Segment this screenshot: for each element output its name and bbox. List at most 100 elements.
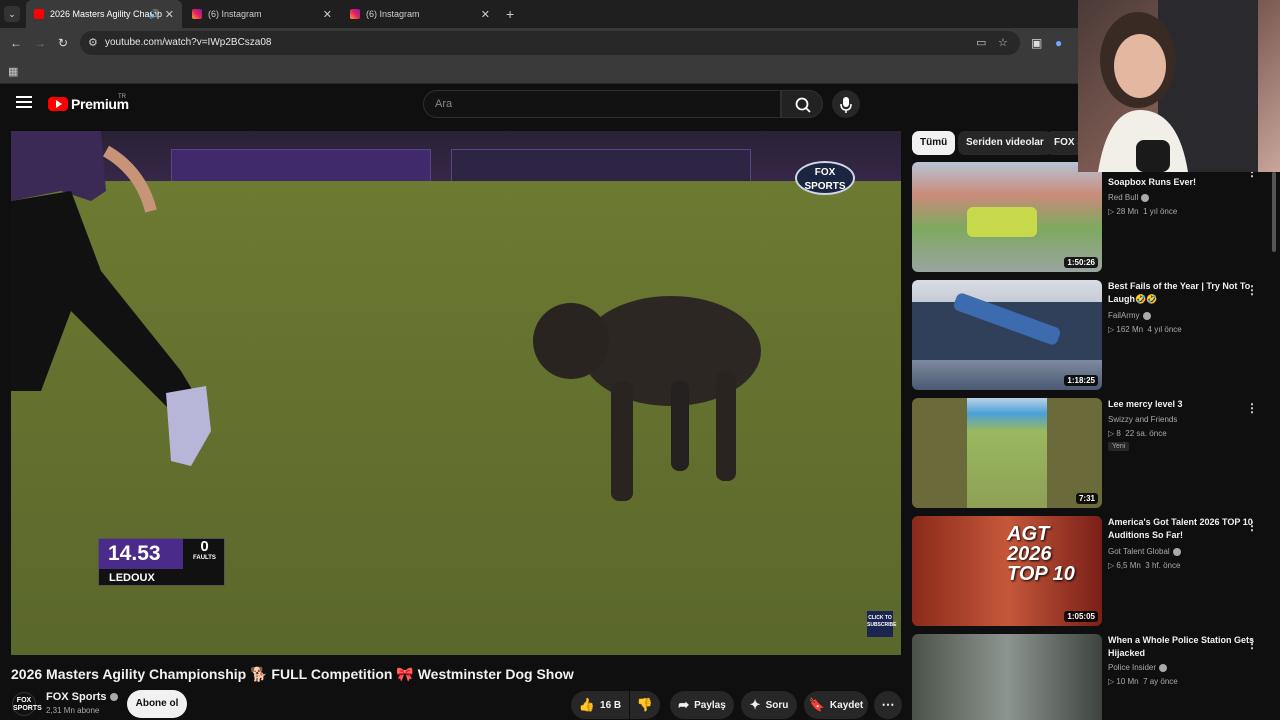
streamer-figure (1098, 0, 1258, 172)
tab-search-icon[interactable]: ⌄ (4, 6, 20, 22)
menu-icon[interactable] (16, 96, 32, 110)
video-thumbnail[interactable]: 7:31 (912, 398, 1102, 508)
recommendation-item[interactable]: 1:50:26 Soapbox Runs Ever! Red Bull ▷ 28… (912, 162, 1272, 272)
tab-title: (6) Instagram (208, 9, 262, 19)
dislike-button[interactable]: 👎 (630, 691, 660, 719)
thumbnail-text: AGT 2026 TOP 10 (1007, 523, 1075, 585)
url-text[interactable]: youtube.com/watch?v=IWp2BCsza08 (105, 37, 271, 48)
rec-meta: ▷ 10 Mn 7 ay önce (1108, 677, 1178, 686)
rec-meta: ▷ 8 22 sa. önce (1108, 429, 1167, 438)
chip-series[interactable]: Seriden videolar (958, 131, 1052, 155)
site-info-icon[interactable]: ⚙ (88, 36, 98, 49)
apps-grid-icon[interactable]: ▦ (8, 65, 18, 78)
close-tab-icon[interactable]: ✕ (323, 8, 332, 21)
search-input[interactable]: Ara (423, 90, 781, 118)
video-thumbnail[interactable] (912, 634, 1102, 720)
more-vert-icon[interactable]: ⋮ (1246, 637, 1258, 651)
omnibox[interactable]: ⚙ youtube.com/watch?v=IWp2BCsza08 ▭ ☆ (80, 31, 1020, 55)
score-overlay: 14.53 0 FAULTS LEDOUX (98, 538, 225, 586)
verified-icon (1159, 663, 1168, 672)
faults-value: 0 (200, 538, 209, 555)
like-button[interactable]: 👍 16 B (571, 691, 629, 719)
save-button[interactable]: 🔖 Kaydet (804, 691, 868, 719)
search-button[interactable] (781, 90, 823, 118)
youtube-logo[interactable]: Premium (48, 96, 129, 112)
duration-badge: 1:50:26 (1064, 257, 1098, 268)
new-tab-icon[interactable]: + (506, 6, 514, 22)
bookmark-star-icon[interactable]: ☆ (998, 36, 1008, 49)
video-thumbnail[interactable]: 1:18:25 (912, 280, 1102, 390)
more-actions-button[interactable]: ⋯ (874, 691, 902, 719)
rec-title[interactable]: Soapbox Runs Ever! (1108, 176, 1256, 189)
verified-icon (1172, 547, 1181, 556)
recommendation-item[interactable]: 7:31 Lee mercy level 3 Swizzy and Friend… (912, 398, 1272, 508)
rec-title[interactable]: Best Fails of the Year | Try Not To Laug… (1108, 280, 1256, 306)
ask-button[interactable]: ✦ Soru (741, 691, 797, 719)
rec-age: 4 yıl önce (1147, 325, 1182, 334)
dog-figure (533, 296, 761, 501)
subscribe-button[interactable]: Abone ol (127, 690, 187, 718)
rec-channel[interactable]: Got Talent Global (1108, 547, 1181, 556)
cast-icon[interactable]: ▭ (976, 36, 986, 49)
sidebar-scrollbar[interactable] (1272, 172, 1276, 252)
verified-icon (1141, 193, 1150, 202)
webcam-overlay (1078, 0, 1280, 172)
recommendation-item[interactable]: AGT 2026 TOP 10 1:05:05 America's Got Ta… (912, 516, 1272, 626)
rec-views: 162 Mn (1116, 325, 1144, 334)
verified-icon (1142, 311, 1151, 320)
speaker-icon[interactable]: 🔊 (149, 9, 160, 20)
rec-channel[interactable]: Red Bull (1108, 193, 1150, 202)
rec-views: 10 Mn (1116, 677, 1139, 686)
forward-icon[interactable]: → (34, 36, 46, 50)
microphone-icon (840, 97, 852, 113)
channel-avatar[interactable]: FOX SPORTS (12, 692, 42, 716)
faults-label: FAULTS (193, 555, 216, 561)
thumbs-up-icon: 👍 (578, 697, 596, 712)
rec-channel-name: Got Talent Global (1108, 547, 1170, 556)
channel-name-text: FOX Sports (46, 691, 107, 703)
handler-figure (11, 131, 211, 466)
tab-instagram-2[interactable]: (6) Instagram ✕ (342, 0, 498, 28)
rec-title[interactable]: Lee mercy level 3 (1108, 398, 1256, 411)
new-badge: Yeni (1108, 442, 1130, 451)
tab-instagram-1[interactable]: (6) Instagram ✕ (184, 0, 340, 28)
chip-all[interactable]: Tümü (912, 131, 956, 155)
more-vert-icon[interactable]: ⋮ (1246, 283, 1258, 297)
ask-label: Soru (765, 699, 789, 711)
recommendation-item[interactable]: When a Whole Police Station Gets Hijacke… (912, 634, 1272, 720)
video-thumbnail[interactable]: 1:50:26 (912, 162, 1102, 272)
search-placeholder: Ara (435, 98, 453, 110)
channel-name[interactable]: FOX Sports (46, 691, 118, 703)
close-tab-icon[interactable]: ✕ (481, 8, 490, 21)
close-tab-icon[interactable]: ✕ (165, 8, 174, 21)
reload-icon[interactable]: ↻ (58, 36, 68, 50)
rec-channel[interactable]: FailArmy (1108, 311, 1151, 320)
rec-age: 7 ay önce (1143, 677, 1178, 686)
back-icon[interactable]: ← (10, 36, 22, 50)
extensions-icon[interactable]: ▣ (1031, 36, 1042, 50)
more-vert-icon[interactable]: ⋮ (1246, 401, 1258, 415)
rec-channel-name: Police Insider (1108, 663, 1157, 672)
score-time: 14.53 (99, 539, 183, 569)
fox-sports-badge: FOX SPORTS (795, 161, 855, 195)
verified-icon (109, 693, 118, 702)
bookmark-icon: 🔖 (808, 697, 825, 712)
profile-icon[interactable]: ● (1055, 36, 1062, 50)
sparkle-icon: ✦ (749, 697, 761, 712)
youtube-play-icon (48, 97, 68, 111)
recommendation-item[interactable]: 1:18:25 Best Fails of the Year | Try Not… (912, 280, 1272, 390)
tab-youtube[interactable]: 2026 Masters Agility Champ 🔊 ✕ (26, 0, 182, 28)
rec-channel[interactable]: Swizzy and Friends (1108, 415, 1177, 424)
share-button[interactable]: ➦ Paylaş (670, 691, 734, 719)
rec-channel[interactable]: Police Insider (1108, 663, 1168, 672)
video-player[interactable]: FOX SPORTS 14.53 0 FAULTS LEDOUX CLICK T… (11, 131, 901, 655)
subscriber-count: 2,31 Mn abone (46, 706, 100, 715)
video-thumbnail[interactable]: AGT 2026 TOP 10 1:05:05 (912, 516, 1102, 626)
rec-channel-name: FailArmy (1108, 311, 1140, 320)
voice-search-button[interactable] (832, 90, 860, 118)
subscribe-overlay-button[interactable]: CLICK TO SUBSCRIBE (867, 611, 896, 637)
more-vert-icon[interactable]: ⋮ (1246, 519, 1258, 533)
rec-title[interactable]: America's Got Talent 2026 TOP 10 Auditio… (1108, 516, 1256, 542)
duration-badge: 1:05:05 (1064, 611, 1098, 622)
rec-title[interactable]: When a Whole Police Station Gets Hijacke… (1108, 634, 1256, 660)
